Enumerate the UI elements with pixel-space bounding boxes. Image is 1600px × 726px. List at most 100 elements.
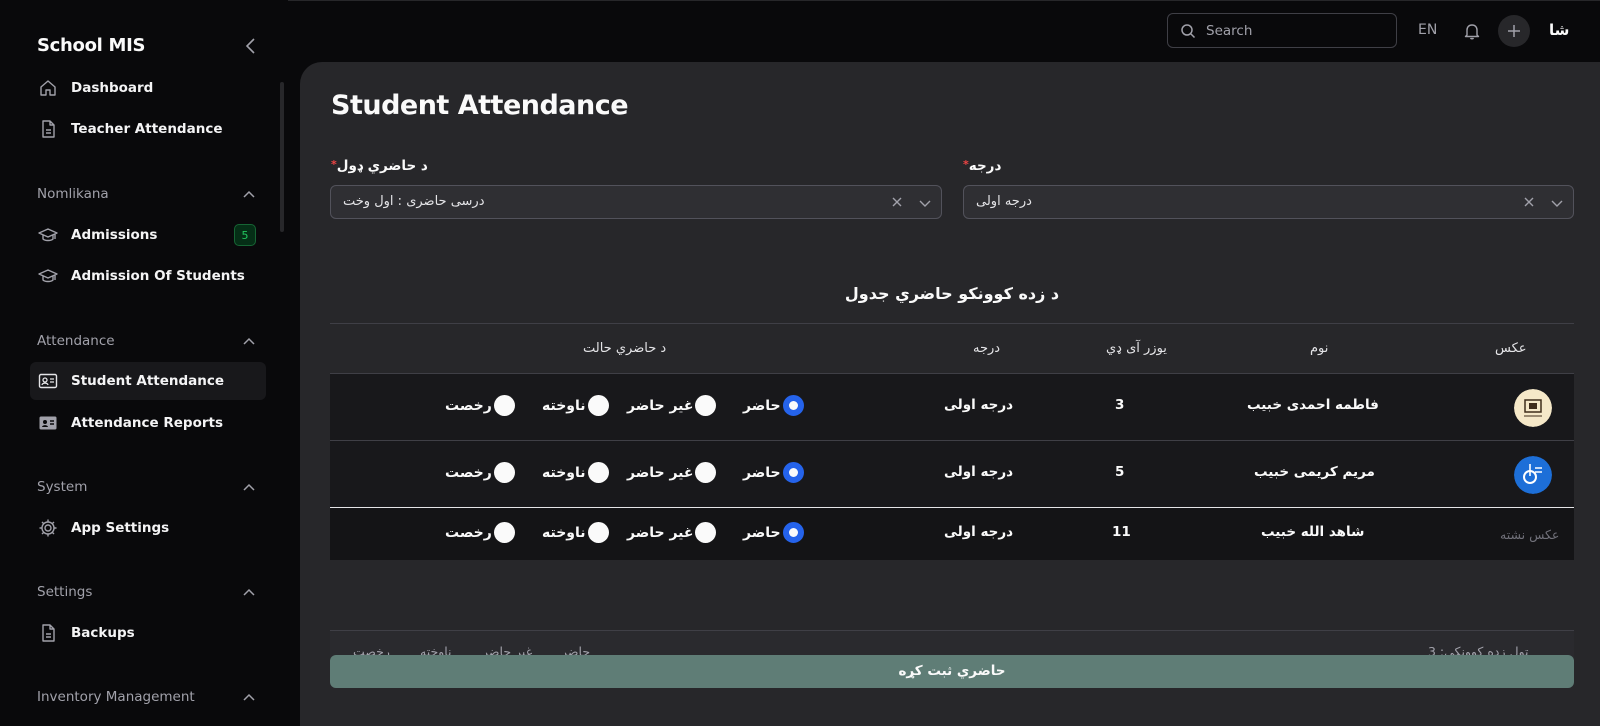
sidebar-item-admissions[interactable]: Admissions 5 [30,216,266,254]
no-photo-text: عکس نشته [1500,527,1560,542]
attendance-table: د زده کوونکو حاضري جدول عکس نوم یوزر آی … [330,272,1574,672]
period-select[interactable]: درسی حاضری : اول وخت [330,185,942,219]
radio-button[interactable] [587,462,609,483]
student-user-id: 5 [1115,464,1125,480]
sidebar-item-dashboard[interactable]: Dashboard [30,69,266,107]
status-absent-option[interactable]: غیر حاضر [627,395,717,416]
period-field-label: د حاضري ډول* [331,158,428,174]
grade-select-value: درجه اولی [976,194,1032,209]
file-icon [42,120,55,138]
student-name: فاطمه احمدی خبیب [1247,397,1379,413]
search-box[interactable] [1167,13,1397,48]
chevron-up-icon[interactable] [242,587,256,597]
header-grade: درجه [973,341,1001,356]
gear-icon [39,519,57,537]
status-late-option[interactable]: ناوخته [542,395,609,416]
student-grade: درجه اولی [944,397,1014,413]
status-present-option[interactable]: حاضر [743,522,804,543]
sidebar: School MIS Dashboard Teacher Attendance … [0,0,288,726]
grade-select[interactable]: درجه اولی [963,185,1574,219]
table-row: فاطمه احمدی خبیب 3 درجه اولی حاضر غیر حا… [330,373,1574,440]
table-row: عکس نشته شاهد الله خبیب 11 درجه اولی حاض… [330,507,1574,560]
status-absent-option[interactable]: غیر حاضر [627,462,717,483]
id-card-icon [38,373,58,389]
radio-button[interactable] [695,522,717,543]
sidebar-item-label: Dashboard [71,80,154,96]
chevron-left-icon[interactable] [242,36,260,56]
student-photo [1514,389,1552,427]
student-photo [1514,456,1552,494]
header-user-id: یوزر آی ډي [1106,341,1167,356]
radio-button[interactable] [493,522,515,543]
status-late-option[interactable]: ناوخته [542,462,609,483]
radio-button[interactable] [782,462,804,483]
graduation-cap-icon [38,269,58,283]
search-input[interactable] [1206,20,1386,42]
student-user-id: 11 [1112,524,1131,540]
search-icon [1181,24,1196,39]
group-label-settings[interactable]: Settings [37,584,92,600]
status-late-option[interactable]: ناوخته [542,522,609,543]
group-label-system[interactable]: System [37,479,87,495]
radio-button[interactable] [782,522,804,543]
status-present-option[interactable]: حاضر [743,395,804,416]
sidebar-item-attendance-reports[interactable]: Attendance Reports [30,404,266,442]
sidebar-item-label: Admissions [71,227,158,243]
chevron-up-icon[interactable] [242,692,256,702]
radio-button[interactable] [493,395,515,416]
chevron-up-icon[interactable] [242,482,256,492]
table-header: عکس نوم یوزر آی ډي درجه د حاضري حالت [330,323,1574,373]
status-leave-option[interactable]: رخصت [445,462,515,483]
chevron-down-icon[interactable] [1551,198,1563,208]
status-leave-option[interactable]: رخصت [445,395,515,416]
sidebar-item-student-attendance[interactable]: Student Attendance [30,362,266,400]
radio-button[interactable] [782,395,804,416]
table-row: مریم کریمی خبیب 5 درجه اولی حاضر غیر حاض… [330,440,1574,507]
chevron-up-icon[interactable] [242,336,256,346]
grade-field-label: درجه* [963,158,1002,174]
radio-button[interactable] [493,462,515,483]
group-label-nomlikana[interactable]: Nomlikana [37,186,109,202]
student-name: شاهد الله خبیب [1261,524,1365,540]
sidebar-item-backups[interactable]: Backups [30,614,266,652]
file-icon [42,624,55,642]
student-name: مریم کریمی خبیب [1254,464,1375,480]
status-leave-option[interactable]: رخصت [445,522,515,543]
status-present-option[interactable]: حاضر [743,462,804,483]
sidebar-scrollbar[interactable] [280,82,284,232]
sidebar-item-app-settings[interactable]: App Settings [30,509,266,547]
student-grade: درجه اولی [944,524,1014,540]
group-label-inventory[interactable]: Inventory Management [37,689,195,705]
chevron-down-icon[interactable] [919,198,931,208]
main-panel: Student Attendance د حاضري ډول* درسی حاض… [300,62,1600,726]
sidebar-item-admission-of-students[interactable]: Admission Of Students [30,257,266,295]
bell-icon[interactable] [1462,21,1482,41]
header-status: د حاضري حالت [583,341,667,356]
radio-button[interactable] [587,522,609,543]
add-button[interactable] [1498,15,1530,47]
period-select-value: درسی حاضری : اول وخت [343,194,485,209]
plus-icon [1508,25,1520,37]
user-avatar[interactable]: شا [1549,21,1569,39]
chevron-up-icon[interactable] [242,189,256,199]
count-badge: 5 [234,224,256,246]
header-name: نوم [1310,341,1329,356]
status-absent-option[interactable]: غیر حاضر [627,522,717,543]
sidebar-item-label: Admission Of Students [71,268,245,284]
app-title: School MIS [37,35,146,56]
clear-icon[interactable] [1523,196,1535,208]
radio-button[interactable] [587,395,609,416]
student-user-id: 3 [1115,397,1125,413]
sidebar-item-label: Attendance Reports [71,415,224,431]
sidebar-item-label: Teacher Attendance [71,121,223,137]
sidebar-item-teacher-attendance[interactable]: Teacher Attendance [30,110,266,148]
clear-icon[interactable] [891,196,903,208]
group-label-attendance[interactable]: Attendance [37,333,115,349]
submit-attendance-button[interactable]: حاضري ثبت کړه [330,655,1574,688]
page-title: Student Attendance [331,90,629,121]
radio-button[interactable] [695,462,717,483]
header-photo: عکس [1495,341,1527,356]
student-grade: درجه اولی [944,464,1014,480]
language-toggle[interactable]: EN [1418,22,1437,38]
radio-button[interactable] [695,395,717,416]
